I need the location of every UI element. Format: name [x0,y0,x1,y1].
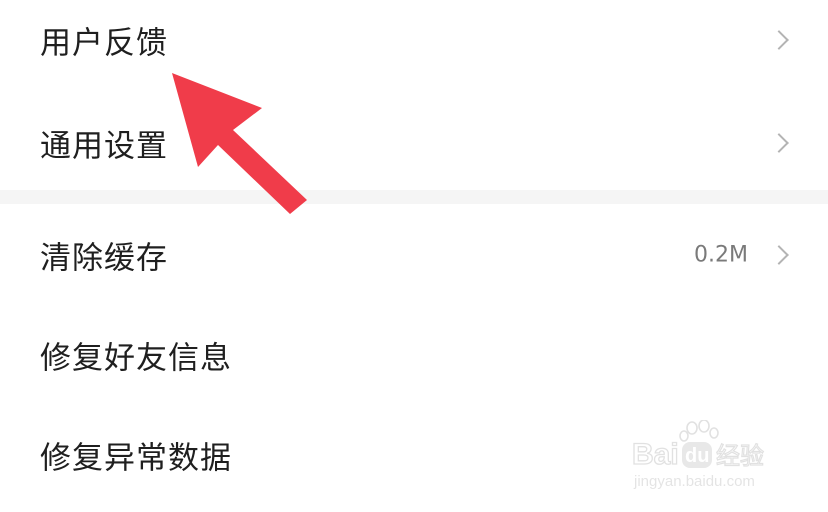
settings-item-label: 清除缓存 [40,240,168,277]
settings-item-label: 修复异常数据 [40,440,232,477]
section-divider [0,190,828,204]
svg-text:经验: 经验 [716,442,764,470]
svg-text:jingyan.baidu.com: jingyan.baidu.com [633,473,755,490]
settings-item-user-feedback[interactable]: 用户反馈 [0,0,828,88]
settings-item-label: 用户反馈 [40,25,168,62]
settings-item-clear-cache[interactable]: 清除缓存 0.2M [0,207,828,303]
settings-screen: 用户反馈 通用设置 清除缓存 0.2M 修复好友信息 修复异常数据 Bai du… [0,0,828,512]
settings-item-general[interactable]: 通用设置 [0,95,828,191]
settings-item-repair-friends[interactable]: 修复好友信息 [0,307,828,403]
chevron-right-icon [769,30,789,50]
settings-item-label: 通用设置 [40,128,168,165]
baidu-jingyan-watermark-logo: Bai du 经验 jingyan.baidu.com [632,420,765,490]
svg-text:Bai: Bai [632,438,679,471]
svg-text:du: du [685,445,709,467]
chevron-right-icon [769,133,789,153]
cache-size-value: 0.2M [694,242,748,268]
settings-item-label: 修复好友信息 [40,340,232,377]
settings-group-top: 用户反馈 通用设置 [0,0,828,190]
chevron-right-icon [769,245,789,265]
